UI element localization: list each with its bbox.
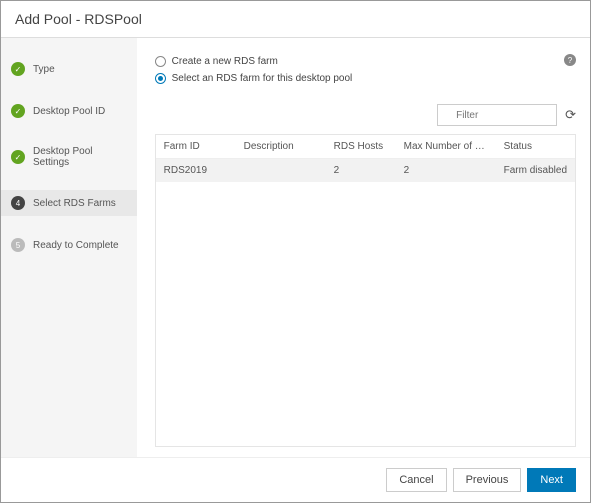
previous-button[interactable]: Previous xyxy=(453,468,522,492)
filter-wrap: ▾ xyxy=(437,104,557,126)
radio-select-farm[interactable]: Select an RDS farm for this desktop pool xyxy=(155,73,576,84)
col-max-conn[interactable]: Max Number of Co... xyxy=(396,135,496,158)
radio-label: Create a new RDS farm xyxy=(172,56,278,67)
cell-status: Farm disabled xyxy=(496,159,575,182)
dialog-header: Add Pool - RDSPool xyxy=(1,1,590,38)
filter-row: ▾ ⟳ xyxy=(155,104,576,126)
table-body[interactable]: RDS2019 2 2 Farm disabled xyxy=(156,159,575,446)
step-desktop-pool-id[interactable]: ✓ Desktop Pool ID xyxy=(1,98,137,124)
col-description[interactable]: Description xyxy=(236,135,326,158)
dialog-footer: Cancel Previous Next xyxy=(1,457,590,502)
col-farm-id[interactable]: Farm ID xyxy=(156,135,236,158)
cell-farm-id: RDS2019 xyxy=(156,159,236,182)
refresh-icon[interactable]: ⟳ xyxy=(565,107,576,123)
radio-icon xyxy=(155,73,166,84)
farms-table: Farm ID Description RDS Hosts Max Number… xyxy=(155,134,576,447)
cell-max-conn: 2 xyxy=(396,159,496,182)
cell-rds-hosts: 2 xyxy=(326,159,396,182)
dialog-title: Add Pool - RDSPool xyxy=(15,11,142,27)
cancel-button[interactable]: Cancel xyxy=(386,468,446,492)
help-icon[interactable]: ? xyxy=(564,54,576,66)
step-label: Select RDS Farms xyxy=(33,198,116,209)
table-header: Farm ID Description RDS Hosts Max Number… xyxy=(156,135,575,159)
main-panel: ? Create a new RDS farm Select an RDS fa… xyxy=(137,38,590,457)
radio-create-farm[interactable]: Create a new RDS farm xyxy=(155,56,576,67)
dialog-body: ✓ Type ✓ Desktop Pool ID ✓ Desktop Pool … xyxy=(1,38,590,457)
step-desktop-pool-settings[interactable]: ✓ Desktop Pool Settings xyxy=(1,140,137,174)
radio-label: Select an RDS farm for this desktop pool xyxy=(172,73,353,84)
step-label: Type xyxy=(33,64,55,75)
add-pool-dialog: Add Pool - RDSPool ✓ Type ✓ Desktop Pool… xyxy=(0,0,591,503)
cell-description xyxy=(236,159,326,182)
check-icon: ✓ xyxy=(11,104,25,118)
radio-icon xyxy=(155,56,166,67)
step-type[interactable]: ✓ Type xyxy=(1,56,137,82)
check-icon: ✓ xyxy=(11,62,25,76)
step-label: Desktop Pool ID xyxy=(33,106,105,117)
col-status[interactable]: Status xyxy=(496,135,575,158)
wizard-sidebar: ✓ Type ✓ Desktop Pool ID ✓ Desktop Pool … xyxy=(1,38,137,457)
table-row[interactable]: RDS2019 2 2 Farm disabled xyxy=(156,159,575,182)
filter-input[interactable] xyxy=(437,104,557,126)
check-icon: ✓ xyxy=(11,150,25,164)
step-number-icon: 4 xyxy=(11,196,25,210)
step-number-icon: 5 xyxy=(11,238,25,252)
step-select-rds-farms[interactable]: 4 Select RDS Farms xyxy=(1,190,137,216)
step-ready-to-complete[interactable]: 5 Ready to Complete xyxy=(1,232,137,258)
step-label: Desktop Pool Settings xyxy=(33,146,127,168)
next-button[interactable]: Next xyxy=(527,468,576,492)
step-label: Ready to Complete xyxy=(33,240,119,251)
col-rds-hosts[interactable]: RDS Hosts xyxy=(326,135,396,158)
